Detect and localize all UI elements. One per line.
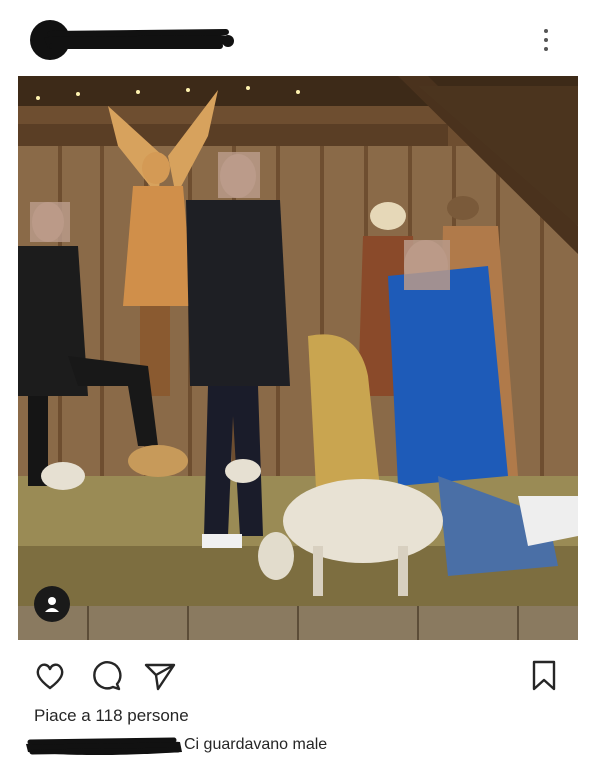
post-header	[0, 0, 594, 76]
post-photo[interactable]	[18, 76, 578, 640]
post-actions-bar	[0, 650, 594, 700]
heart-icon	[36, 663, 64, 690]
share-button[interactable]	[142, 658, 178, 694]
caption-row: Ci guardavano male	[24, 732, 584, 760]
bookmark-icon	[532, 660, 556, 691]
comment-bubble-icon	[93, 661, 122, 691]
comment-button[interactable]	[88, 658, 124, 694]
more-vertical-icon	[544, 29, 548, 33]
nativity-scene-image	[18, 76, 578, 640]
user-tag-icon	[45, 597, 59, 612]
like-button[interactable]	[32, 658, 68, 694]
username-redaction	[44, 29, 234, 49]
paper-plane-icon	[144, 663, 176, 691]
more-options-button[interactable]	[532, 26, 560, 54]
likes-count[interactable]: Piace a 118 persone	[34, 706, 189, 726]
caption-username-redaction	[26, 737, 182, 755]
save-button[interactable]	[526, 658, 562, 694]
tagged-users-button[interactable]	[34, 586, 70, 622]
caption-text: Ci guardavano male	[184, 736, 328, 753]
